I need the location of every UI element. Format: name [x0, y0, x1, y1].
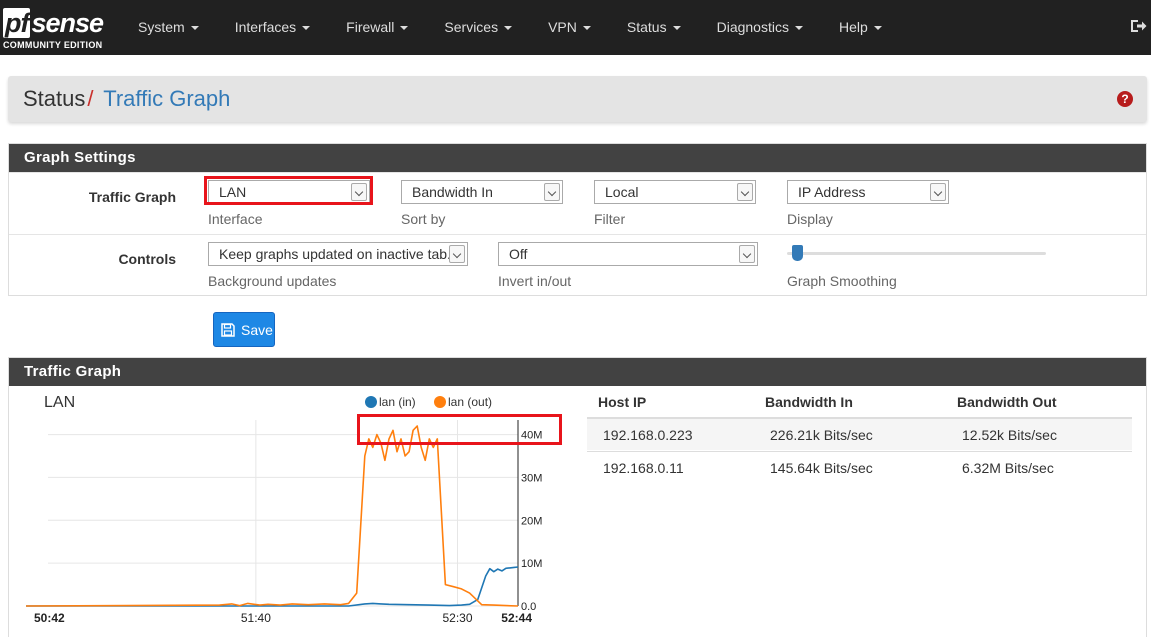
chevron-down-icon	[504, 26, 513, 31]
breadcrumb-parent: Status	[23, 86, 86, 111]
legend-out-dot	[434, 396, 446, 408]
host-ip-cell: 192.168.0.11	[603, 460, 684, 476]
logo-pf: pf	[3, 8, 31, 38]
chevron-down-icon	[873, 26, 882, 31]
x-tick-label: 50:42	[34, 611, 65, 625]
interface-hint: Interface	[208, 211, 263, 227]
nav-system[interactable]: System	[120, 0, 217, 55]
table-row: 192.168.0.11 145.64k Bits/sec 6.32M Bits…	[587, 451, 1132, 484]
nav-vpn[interactable]: VPN	[530, 0, 609, 55]
nav-interfaces[interactable]: Interfaces	[217, 0, 328, 55]
graph-smoothing-hint: Graph Smoothing	[787, 273, 897, 289]
x-tick-label: 52:30	[442, 611, 472, 625]
chevron-down-icon	[794, 26, 803, 31]
y-tick-label: 20M	[521, 515, 542, 527]
background-updates-select[interactable]: Keep graphs updated on inactive tab.	[208, 242, 468, 266]
panel-title: Graph Settings	[9, 144, 1146, 172]
controls-row: Controls Keep graphs updated on inactive…	[9, 234, 1146, 296]
header-bandwidth-out[interactable]: Bandwidth Out	[957, 394, 1057, 410]
traffic-graph-label: Traffic Graph	[88, 189, 176, 205]
panel-title: Traffic Graph	[9, 358, 1146, 386]
filter-select[interactable]: Local	[594, 180, 756, 204]
chevron-down-icon	[400, 26, 409, 31]
filter-hint: Filter	[594, 211, 626, 227]
legend-in-label[interactable]: lan (in)	[379, 395, 416, 409]
save-button[interactable]: Save	[213, 312, 275, 347]
nav-menu: System Interfaces Firewall Services VPN …	[120, 0, 900, 55]
display-hint: Display	[787, 211, 833, 227]
background-updates-hint: Background updates	[208, 273, 337, 289]
x-tick-label: 52:44	[501, 611, 532, 625]
highlight-box	[357, 414, 562, 445]
bandwidth-out-cell: 6.32M Bits/sec	[962, 460, 1054, 476]
chevron-down-icon	[672, 26, 681, 31]
breadcrumb-current-link[interactable]: Traffic Graph	[103, 86, 230, 111]
chevron-down-icon	[582, 26, 591, 31]
chevron-down-icon	[302, 26, 311, 31]
chevron-down-icon	[544, 183, 560, 201]
table-row: 192.168.0.223 226.21k Bits/sec 12.52k Bi…	[587, 417, 1132, 450]
chart-y-ticks: 0.010M20M30M40M	[521, 430, 542, 613]
chart-lines	[25, 425, 519, 607]
nav-status[interactable]: Status	[609, 0, 699, 55]
pfsense-logo[interactable]: pf sense COMMUNITY EDITION	[3, 8, 113, 52]
legend-out-label[interactable]: lan (out)	[448, 395, 492, 409]
graph-title: LAN	[44, 394, 75, 411]
nav-help[interactable]: Help	[821, 0, 900, 55]
graph-smoothing-handle[interactable]	[792, 245, 804, 261]
chevron-down-icon	[737, 183, 753, 201]
bandwidth-in-cell: 145.64k Bits/sec	[770, 460, 873, 476]
series-line-out	[25, 425, 519, 607]
logo-subtitle: COMMUNITY EDITION	[3, 40, 103, 50]
bandwidth-in-cell: 226.21k Bits/sec	[770, 427, 873, 443]
highlight-box	[204, 176, 373, 205]
traffic-graph-row: Traffic Graph LAN Interface Bandwidth In…	[9, 172, 1146, 234]
chart-grid	[48, 420, 519, 607]
invert-select[interactable]: Off	[498, 242, 758, 266]
header-host-ip[interactable]: Host IP	[598, 394, 646, 410]
graph-settings-panel: Graph Settings Traffic Graph LAN Interfa…	[8, 143, 1147, 296]
nav-services[interactable]: Services	[426, 0, 530, 55]
breadcrumb-separator: /	[87, 86, 94, 111]
breadcrumb: Status/ Traffic Graph ?	[8, 76, 1147, 122]
header-bandwidth-in[interactable]: Bandwidth In	[765, 394, 853, 410]
logo-sense: sense	[31, 8, 104, 38]
y-tick-label: 10M	[521, 558, 542, 570]
logout-icon[interactable]	[1129, 17, 1147, 35]
nav-diagnostics[interactable]: Diagnostics	[699, 0, 821, 55]
y-tick-label: 30M	[521, 472, 542, 484]
chevron-down-icon	[930, 183, 946, 201]
invert-hint: Invert in/out	[498, 273, 572, 289]
graph-smoothing-slider[interactable]	[787, 252, 1046, 255]
legend-in-dot	[365, 396, 377, 408]
sort-by-hint: Sort by	[401, 211, 446, 227]
help-icon[interactable]: ?	[1117, 91, 1133, 107]
x-tick-label: 51:40	[241, 611, 271, 625]
display-select[interactable]: IP Address	[787, 180, 949, 204]
top-navbar: pf sense COMMUNITY EDITION System Interfa…	[0, 0, 1151, 55]
chevron-down-icon	[190, 26, 199, 31]
host-ip-cell: 192.168.0.223	[603, 427, 693, 443]
chevron-down-icon	[739, 245, 755, 263]
chevron-down-icon	[449, 245, 465, 263]
controls-label: Controls	[118, 251, 176, 267]
nav-firewall[interactable]: Firewall	[328, 0, 426, 55]
save-icon	[221, 323, 235, 337]
sort-by-select[interactable]: Bandwidth In	[401, 180, 563, 204]
chart-x-ticks: 50:42 51:40 52:30 52:44	[34, 611, 532, 625]
bandwidth-out-cell: 12.52k Bits/sec	[962, 427, 1057, 443]
save-label: Save	[241, 322, 273, 338]
